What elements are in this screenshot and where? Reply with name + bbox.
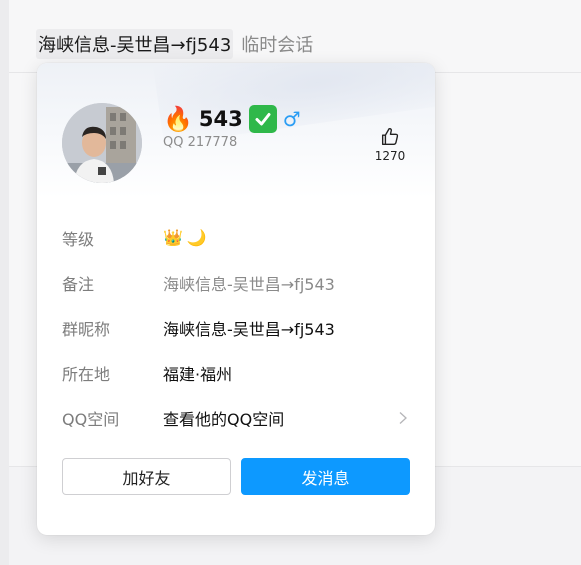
location-label: 所在地 xyxy=(62,364,111,384)
info-row-group-nickname: 群昵称 海峡信息-吴世昌→fj543 xyxy=(62,305,412,350)
qzone-link[interactable]: 查看他的QQ空间 xyxy=(163,406,398,430)
remark-value[interactable]: 海峡信息-吴世昌→fj543 xyxy=(163,271,412,295)
group-nickname-label: 群昵称 xyxy=(62,319,111,339)
qzone-label: QQ空间 xyxy=(62,409,120,429)
level-value: 👑 🌙 xyxy=(163,228,412,247)
info-row-qzone[interactable]: QQ空间 查看他的QQ空间 xyxy=(62,395,412,440)
level-label: 等级 xyxy=(62,229,95,249)
name-row: 🔥 543 ♂ xyxy=(163,103,301,135)
like-count: 1270 xyxy=(374,149,406,163)
profile-info: 等级 👑 🌙 备注 海峡信息-吴世昌→fj543 群昵称 海峡信息-吴世昌→fj… xyxy=(62,215,412,440)
avatar[interactable] xyxy=(62,103,142,183)
group-nickname-value: 海峡信息-吴世昌→fj543 xyxy=(163,319,335,339)
thumbs-up-icon xyxy=(381,127,399,146)
nickname: 543 xyxy=(198,107,243,131)
chat-subtitle: 临时会话 xyxy=(241,35,314,56)
remark-label: 备注 xyxy=(62,274,95,294)
chat-title[interactable]: 海峡信息-吴世昌→fj543 xyxy=(36,29,234,59)
chevron-right-icon xyxy=(399,411,407,424)
like-button[interactable]: 1270 xyxy=(373,126,407,163)
moon-icon: 🌙 xyxy=(186,228,207,247)
fire-icon: 🔥 xyxy=(163,105,193,133)
info-row-location: 所在地 福建·福州 xyxy=(62,350,412,395)
add-friend-button[interactable]: 加好友 xyxy=(62,458,231,495)
check-mark-icon xyxy=(248,105,277,133)
action-buttons: 加好友 发消息 xyxy=(62,458,410,495)
location-value: 福建·福州 xyxy=(163,364,233,384)
send-message-button[interactable]: 发消息 xyxy=(241,458,410,495)
male-gender-icon: ♂ xyxy=(282,107,301,131)
window-left-edge xyxy=(0,0,9,565)
info-row-remark: 备注 海峡信息-吴世昌→fj543 xyxy=(62,260,412,305)
crown-icon: 👑 xyxy=(163,228,183,247)
info-row-level: 等级 👑 🌙 xyxy=(62,215,412,260)
chat-header: 海峡信息-吴世昌→fj543 临时会话 xyxy=(36,29,314,59)
profile-card: 🔥 543 ♂ QQ 217778 1270 等级 👑 🌙 备注 海峡信息-吴世… xyxy=(37,63,435,535)
qq-number: QQ 217778 xyxy=(163,135,238,150)
